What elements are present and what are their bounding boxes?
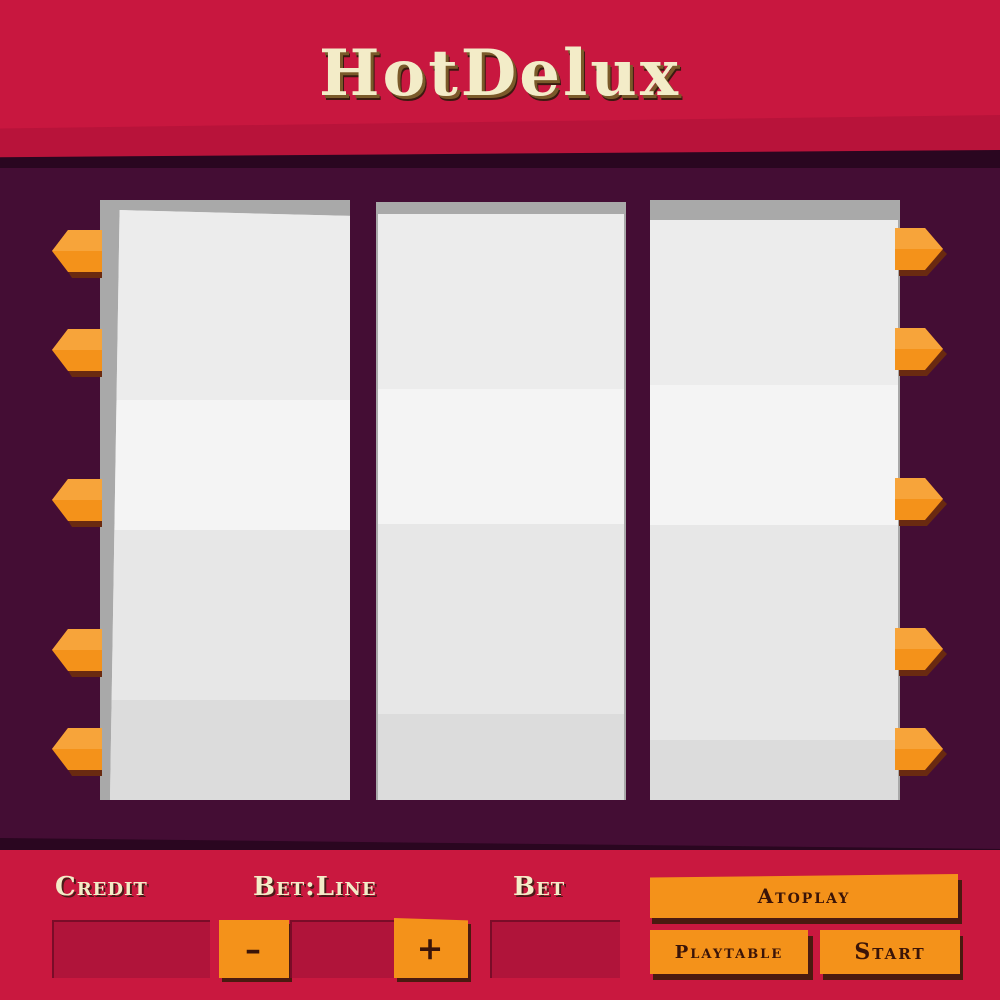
reel-1	[110, 210, 350, 800]
payline-marker-left-1[interactable]	[50, 226, 102, 278]
arrow-left-icon	[52, 329, 102, 377]
reel-1-band-lower	[110, 530, 350, 700]
bet-display	[490, 920, 620, 978]
reel-3	[650, 220, 898, 800]
bet-label: Bet	[513, 872, 566, 902]
reel-2-band-lower	[378, 524, 624, 714]
arrow-right-icon	[895, 228, 947, 276]
start-button[interactable]: Start	[820, 930, 960, 974]
reel-3-band-lower	[650, 525, 898, 740]
bet-line-minus-button[interactable]: –	[219, 920, 289, 978]
arrow-left-icon	[52, 230, 102, 278]
bet-line-plus-button[interactable]: +	[394, 918, 468, 978]
arrow-right-icon	[895, 628, 947, 676]
bet-line-label: Bet:Line	[253, 872, 377, 902]
reel-2-band-bottom	[378, 714, 624, 800]
credit-label: Credit	[55, 872, 148, 902]
payline-marker-right-2[interactable]	[895, 324, 947, 376]
reel-3-band-top	[650, 220, 898, 385]
reel-2-band-middle	[378, 389, 624, 524]
credit-display	[52, 920, 210, 978]
arrow-left-icon	[52, 629, 102, 677]
bet-line-display	[290, 920, 394, 978]
reel-1-band-top	[110, 210, 350, 400]
reel-3-band-bottom	[650, 740, 898, 800]
game-screen: HotDelux Credit Bet:Line Bet – + Atoplay…	[0, 0, 1000, 1000]
arrow-right-icon	[895, 328, 947, 376]
payline-marker-left-3[interactable]	[50, 475, 102, 527]
arrow-right-icon	[895, 478, 947, 526]
arrow-left-icon	[52, 728, 102, 776]
payline-marker-left-2[interactable]	[50, 325, 102, 377]
arrow-right-icon	[895, 728, 947, 776]
payline-marker-right-5[interactable]	[895, 724, 947, 776]
payline-marker-right-1[interactable]	[895, 224, 947, 276]
autoplay-button[interactable]: Atoplay	[650, 874, 958, 918]
playtable-button[interactable]: Playtable	[650, 930, 808, 974]
reel-2	[378, 214, 624, 800]
reel-3-band-middle	[650, 385, 898, 525]
payline-marker-left-5[interactable]	[50, 724, 102, 776]
payline-marker-right-4[interactable]	[895, 624, 947, 676]
payline-marker-right-3[interactable]	[895, 474, 947, 526]
reel-1-band-middle	[110, 400, 350, 530]
game-title: HotDelux	[319, 36, 681, 111]
arrow-left-icon	[52, 479, 102, 527]
payline-marker-left-4[interactable]	[50, 625, 102, 677]
reel-1-band-bottom	[110, 700, 350, 800]
reel-2-band-top	[378, 214, 624, 389]
